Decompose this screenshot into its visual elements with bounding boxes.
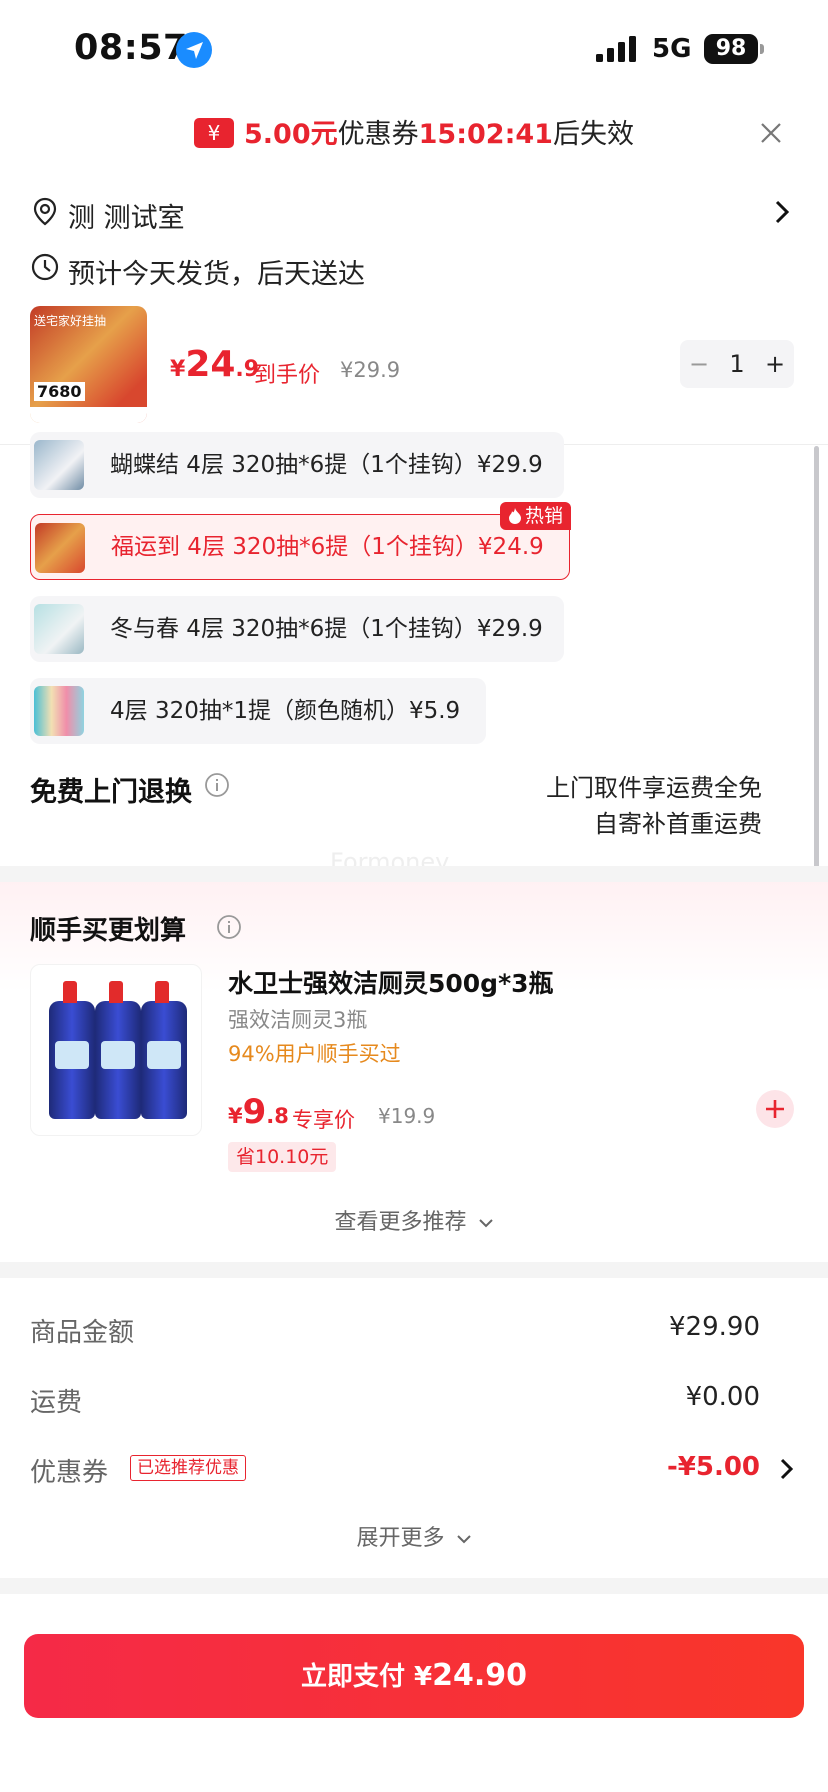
coupon-banner: ¥5.00元优惠券15:02:41后失效 bbox=[0, 112, 828, 158]
network-type: 5G bbox=[652, 34, 692, 64]
decrease-button[interactable]: − bbox=[680, 340, 718, 388]
returns-title: 免费上门退换 bbox=[30, 777, 192, 808]
original-price: ¥29.9 bbox=[340, 358, 401, 382]
coupon-amount: 5.00元 bbox=[244, 119, 338, 150]
delivery-estimate: 预计今天发货，后天送达 bbox=[68, 259, 365, 290]
expand-more-link[interactable]: 展开更多 bbox=[0, 1520, 828, 1552]
goods-amount-label: 商品金额 bbox=[30, 1318, 135, 1348]
coupon-suffix: 后失效 bbox=[552, 119, 634, 150]
returns-line-1: 上门取件享运费全免 bbox=[546, 774, 762, 802]
hot-badge: 热销 bbox=[500, 502, 572, 530]
chevron-down-icon bbox=[478, 1219, 493, 1228]
quantity-stepper: − 1 + bbox=[680, 340, 794, 388]
option-thumbnail bbox=[34, 604, 84, 654]
thumb-caption: 送宅家好挂抽 bbox=[34, 314, 107, 328]
coupon-row-value[interactable]: -¥5.00 bbox=[560, 1452, 760, 1482]
returns-line-2: 自寄补首重运费 bbox=[594, 810, 762, 838]
recommend-price: ¥9.8 bbox=[228, 1092, 289, 1132]
coupon-label: 优惠券 bbox=[337, 119, 419, 150]
recommend-price-label: 专享价 bbox=[292, 1108, 355, 1132]
recommend-product-name[interactable]: 水卫士强效洁厕灵500g*3瓶 bbox=[228, 964, 554, 1000]
more-recommendations-link[interactable]: 查看更多推荐 bbox=[0, 1204, 828, 1236]
coupon-icon: ¥ bbox=[194, 117, 235, 148]
thumb-count: 7680 bbox=[34, 382, 85, 401]
pay-now-button[interactable]: 立即支付 ¥24.90 bbox=[24, 1634, 804, 1718]
option-item-selected[interactable]: 福运到 4层 320抽*6提（1个挂钩）¥24.9 bbox=[30, 514, 570, 580]
status-time: 08:57 bbox=[74, 28, 188, 68]
product-price: ¥24.9 bbox=[170, 344, 260, 385]
thumb-footer bbox=[30, 407, 147, 423]
add-item-button[interactable] bbox=[756, 1090, 794, 1128]
recommend-subtitle: 强效洁厕灵3瓶 bbox=[228, 1008, 368, 1032]
flame-icon bbox=[509, 508, 521, 524]
recommend-title: 顺手买更划算 bbox=[30, 916, 187, 946]
savings-badge: 省10.10元 bbox=[228, 1142, 337, 1172]
chevron-right-icon[interactable] bbox=[772, 198, 792, 226]
goods-amount-value: ¥29.90 bbox=[669, 1312, 760, 1342]
option-item[interactable]: 蝴蝶结 4层 320抽*6提（1个挂钩）¥29.9 bbox=[30, 432, 564, 498]
close-icon[interactable] bbox=[756, 118, 786, 148]
location-arrow-icon bbox=[176, 32, 212, 68]
option-thumbnail bbox=[34, 686, 84, 736]
location-pin-icon bbox=[30, 196, 60, 226]
coupon-row-label: 优惠券 bbox=[30, 1458, 109, 1488]
signal-icon bbox=[596, 34, 640, 64]
section-divider bbox=[0, 1262, 828, 1278]
battery-icon: 98 bbox=[704, 34, 758, 64]
shipping-value: ¥0.00 bbox=[685, 1382, 760, 1412]
address-text[interactable]: 测 测试室 bbox=[68, 196, 185, 235]
recommend-percent: 94%用户顺手买过 bbox=[228, 1042, 401, 1066]
option-thumbnail bbox=[35, 523, 85, 573]
checkout-screen: 08:57 5G 98 ¥5.00元优惠券15:02:41后失效 测 测试室 预… bbox=[0, 0, 828, 1792]
info-icon[interactable] bbox=[216, 914, 242, 940]
option-label: 蝴蝶结 4层 320抽*6提（1个挂钩）¥29.9 bbox=[110, 452, 543, 478]
chevron-right-icon[interactable] bbox=[778, 1456, 796, 1482]
option-label: 冬与春 4层 320抽*6提（1个挂钩）¥29.9 bbox=[110, 616, 543, 642]
clock-icon bbox=[30, 252, 60, 282]
info-icon[interactable] bbox=[204, 772, 230, 798]
option-label: 福运到 4层 320抽*6提（1个挂钩）¥24.9 bbox=[111, 534, 544, 560]
option-item[interactable]: 冬与春 4层 320抽*6提（1个挂钩）¥29.9 bbox=[30, 596, 564, 662]
increase-button[interactable]: + bbox=[756, 340, 794, 388]
product-thumbnail: 送宅家好挂抽 7680 bbox=[30, 306, 147, 423]
section-divider bbox=[0, 1578, 828, 1594]
option-label: 4层 320抽*1提（颜色随机）¥5.9 bbox=[110, 698, 461, 724]
coupon-selected-badge: 已选推荐优惠 bbox=[130, 1455, 246, 1481]
plus-icon bbox=[766, 1100, 784, 1118]
chevron-down-icon bbox=[456, 1535, 471, 1544]
battery-cap bbox=[760, 44, 764, 54]
coupon-countdown: 15:02:41 bbox=[418, 119, 553, 150]
shipping-label: 运费 bbox=[30, 1388, 83, 1418]
quantity-value[interactable]: 1 bbox=[718, 340, 756, 388]
recommend-product-image[interactable] bbox=[30, 964, 202, 1136]
section-divider bbox=[0, 866, 828, 882]
recommend-original-price: ¥19.9 bbox=[378, 1104, 436, 1128]
option-item[interactable]: 4层 320抽*1提（颜色随机）¥5.9 bbox=[30, 678, 486, 744]
price-label: 到手价 bbox=[254, 363, 321, 388]
option-thumbnail bbox=[34, 440, 84, 490]
